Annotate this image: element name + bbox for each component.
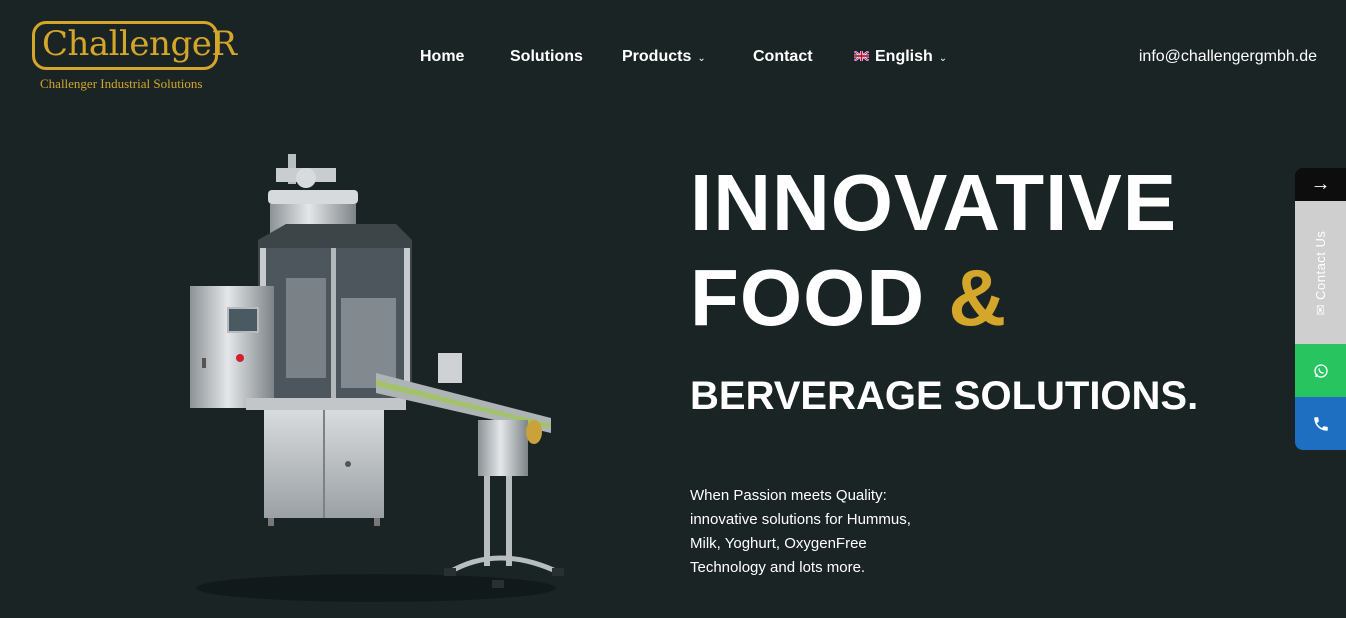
phone-button[interactable]	[1295, 397, 1346, 450]
whatsapp-icon	[1313, 363, 1328, 378]
contact-us-label: ✉ Contact Us	[1313, 230, 1329, 315]
nav-item-products[interactable]: Products ⌄	[622, 46, 706, 70]
hero-word-food: FOOD	[690, 253, 926, 342]
arrow-right-icon: →	[1310, 173, 1331, 195]
nav-label: Home	[420, 48, 465, 65]
phone-icon	[1313, 416, 1328, 431]
nav-item-solutions[interactable]: Solutions	[510, 46, 583, 68]
hero-heading-line2: FOOD &	[690, 253, 1007, 343]
language-selector[interactable]: English ⌄	[854, 46, 947, 70]
hero-ampersand: &	[948, 253, 1008, 342]
logo-word: ChallengeR	[42, 24, 237, 64]
nav-item-home[interactable]: Home	[420, 46, 464, 68]
chevron-down-icon: ⌄	[938, 53, 948, 64]
hero-tagline: When Passion meets Quality: innovative s…	[690, 487, 911, 576]
nav-label: Solutions	[510, 48, 583, 65]
contact-us-text: Contact Us	[1312, 230, 1328, 300]
hero-heading-line1: INNOVATIVE	[690, 158, 1178, 247]
whatsapp-button[interactable]	[1295, 344, 1346, 397]
widget-toggle-button[interactable]: →	[1295, 168, 1346, 201]
nav-label: Contact	[753, 48, 813, 65]
chevron-down-icon: ⌄	[697, 53, 706, 64]
header-email-link[interactable]: info@challengergmbh.de	[1139, 46, 1317, 68]
hero-subheading: BERVERAGE SOLUTIONS.	[690, 374, 1199, 418]
brand-logo[interactable]: ChallengeR Challenger Industrial Solutio…	[32, 21, 237, 93]
side-contact-widget: → ✉ Contact Us	[1295, 168, 1346, 450]
contact-us-tab[interactable]: ✉ Contact Us	[1295, 201, 1346, 344]
nav-label: English	[875, 48, 933, 65]
filling-machine-image	[190, 154, 564, 602]
logo-subtitle: Challenger Industrial Solutions	[40, 76, 203, 91]
uk-flag-icon	[854, 50, 869, 61]
nav-item-contact[interactable]: Contact	[753, 46, 813, 68]
nav-label: Products	[622, 48, 692, 65]
envelope-icon: ✉	[1312, 303, 1328, 315]
